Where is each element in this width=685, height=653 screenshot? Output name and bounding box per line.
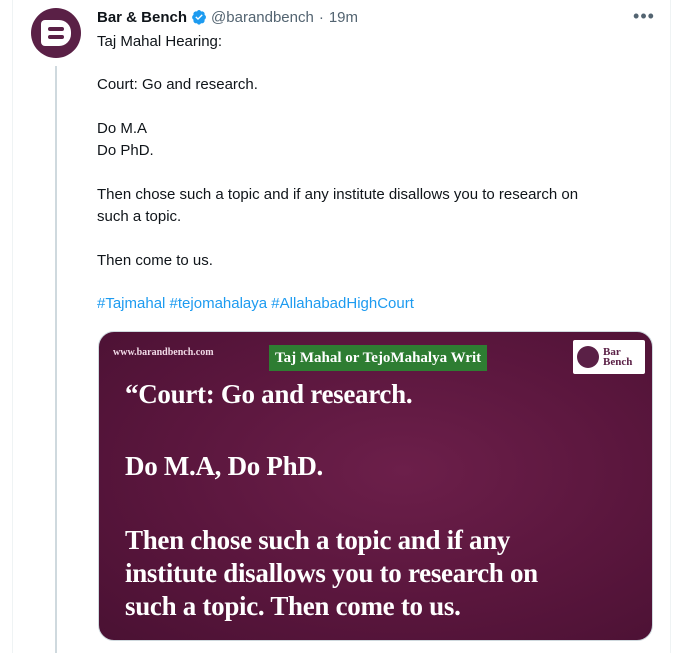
tweet-text-line: Do PhD.	[97, 142, 154, 159]
card-logo: Bar Bench	[573, 340, 645, 374]
tweet-text-line: such a topic.	[97, 208, 182, 225]
timeline-border-left	[12, 0, 13, 653]
hashtags: #Tajmahal #tejomahalaya #AllahabadHighCo…	[97, 293, 414, 315]
tweet-text-line: Then come to us.	[97, 252, 213, 269]
card-quote-line: “Court: Go and research.	[125, 379, 413, 409]
logo-word-2: Bench	[603, 356, 633, 368]
more-options-icon[interactable]: •••	[633, 6, 654, 26]
author-handle[interactable]: @barandbench	[211, 9, 314, 26]
card-logo-text: Bar Bench	[603, 347, 633, 368]
tweet-text-line: Court: Go and research.	[97, 76, 258, 93]
card-quote-line: Then chose such a topic and if any	[125, 525, 511, 555]
timestamp[interactable]: 19m	[329, 9, 358, 26]
verified-badge-icon	[192, 10, 207, 25]
timeline-border-right	[670, 0, 671, 653]
card-quote-line: institute disallows you to research on	[125, 558, 538, 588]
author-name[interactable]: Bar & Bench	[97, 9, 187, 26]
card-quote-line: Do M.A, Do PhD.	[125, 451, 323, 481]
separator-dot: ·	[318, 8, 324, 26]
media-image-card[interactable]: www.barandbench.com Taj Mahal or TejoMah…	[98, 331, 653, 641]
card-quote-line: such a topic. Then come to us.	[125, 591, 461, 621]
thread-line	[55, 66, 57, 653]
card-website: www.barandbench.com	[113, 347, 214, 358]
avatar[interactable]	[31, 8, 81, 58]
bar-and-bench-logo-icon	[577, 346, 599, 368]
hashtag-link[interactable]: #Tajmahal	[97, 295, 165, 312]
card-banner: Taj Mahal or TejoMahalya Writ	[269, 345, 488, 371]
bar-and-bench-logo-icon	[41, 20, 71, 46]
tweet-text-line: Then chose such a topic and if any insti…	[97, 186, 579, 203]
hashtag-link[interactable]: #tejomahalaya	[170, 295, 268, 312]
tweet-header: Bar & Bench @barandbench · 19m	[97, 7, 358, 27]
tweet-text-line: Taj Mahal Hearing:	[97, 33, 223, 50]
tweet-text-line: Do M.A	[97, 120, 148, 137]
hashtag-link[interactable]: #AllahabadHighCourt	[271, 295, 414, 312]
